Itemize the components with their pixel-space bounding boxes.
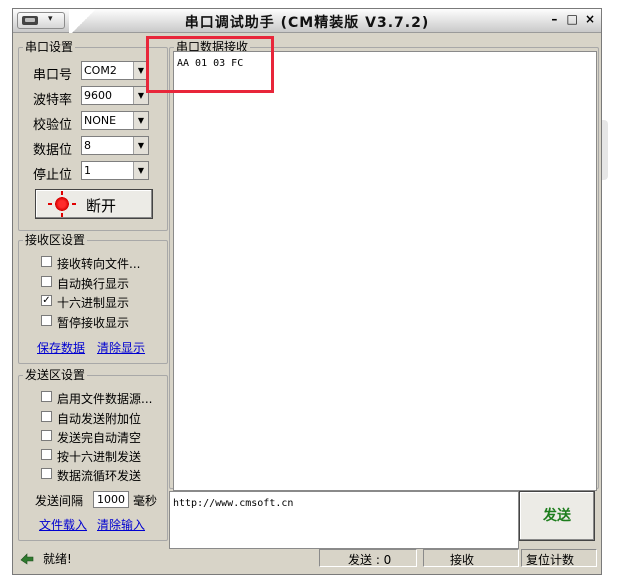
receive-textarea[interactable]: AA 01 03 FC [173, 51, 597, 491]
close-button[interactable]: × [583, 12, 597, 26]
file-load-link[interactable]: 文件载入 [39, 516, 87, 533]
window-title: 串口调试助手 (CM精装版 V3.7.2) [184, 15, 430, 31]
disconnect-label: 断开 [86, 197, 117, 215]
interval-input[interactable]: 1000 [93, 491, 129, 508]
port-settings-legend: 串口设置 [23, 40, 76, 54]
minimize-button[interactable]: – [547, 12, 561, 26]
clear-input-link[interactable]: 清除输入 [97, 516, 145, 533]
parity-label: 校验位 [33, 118, 73, 133]
reset-count-button[interactable]: 复位计数 [521, 549, 597, 567]
clear-display-link[interactable]: 清除显示 [97, 339, 145, 356]
save-data-link[interactable]: 保存数据 [37, 339, 85, 356]
arrow-hand-icon [20, 553, 34, 565]
databits-label: 数据位 [33, 143, 73, 158]
baud-label: 波特率 [33, 93, 73, 108]
baud-select[interactable]: 9600 ▼ [81, 86, 149, 105]
send-button[interactable]: 发送 [519, 491, 595, 541]
status-text: 就绪! [43, 552, 72, 566]
send-settings-group: 发送区设置 启用文件数据源... 自动发送附加位 发送完自动清空 按十六进制发送… [18, 368, 168, 541]
databits-select[interactable]: 8 ▼ [81, 136, 149, 155]
app-window: ▾ 串口调试助手 (CM精装版 V3.7.2) – □ × 串口设置 串口号 C… [12, 8, 602, 575]
title-bar: ▾ 串口调试助手 (CM精装版 V3.7.2) – □ × [13, 9, 601, 33]
send-textarea[interactable]: http://www.cmsoft.cn [169, 491, 519, 549]
stopbits-select[interactable]: 1 ▼ [81, 161, 149, 180]
chevron-down-icon[interactable]: ▼ [133, 162, 148, 179]
window-controls: – □ × [547, 12, 597, 26]
parity-select[interactable]: NONE ▼ [81, 111, 149, 130]
chevron-down-icon[interactable]: ▼ [133, 137, 148, 154]
maximize-button[interactable]: □ [565, 12, 579, 26]
interval-unit: 毫秒 [133, 494, 158, 508]
port-label: 串口号 [33, 68, 73, 83]
received-counter: 接收 [423, 549, 519, 567]
red-lamp-icon [54, 196, 70, 212]
receive-settings-group: 接收区设置 接收转向文件... 自动换行显示 ✓ 十六进制显示 暂停接收显示 保… [18, 233, 168, 364]
interval-label: 发送间隔 [35, 494, 84, 508]
stopbits-label: 停止位 [33, 168, 73, 183]
status-bar: 就绪! 发送 : 0 接收 复位计数 [13, 545, 601, 575]
checkmark-icon[interactable]: ✓ [41, 295, 52, 306]
desktop-edge [602, 8, 617, 585]
receive-settings-legend: 接收区设置 [23, 233, 88, 247]
send-settings-legend: 发送区设置 [23, 368, 88, 382]
disconnect-button[interactable]: 断开 [35, 189, 153, 219]
chevron-down-icon[interactable]: ▼ [133, 112, 148, 129]
annotation-highlight [146, 36, 274, 93]
port-select[interactable]: COM2 ▼ [81, 61, 149, 80]
sent-counter: 发送 : 0 [319, 549, 417, 567]
